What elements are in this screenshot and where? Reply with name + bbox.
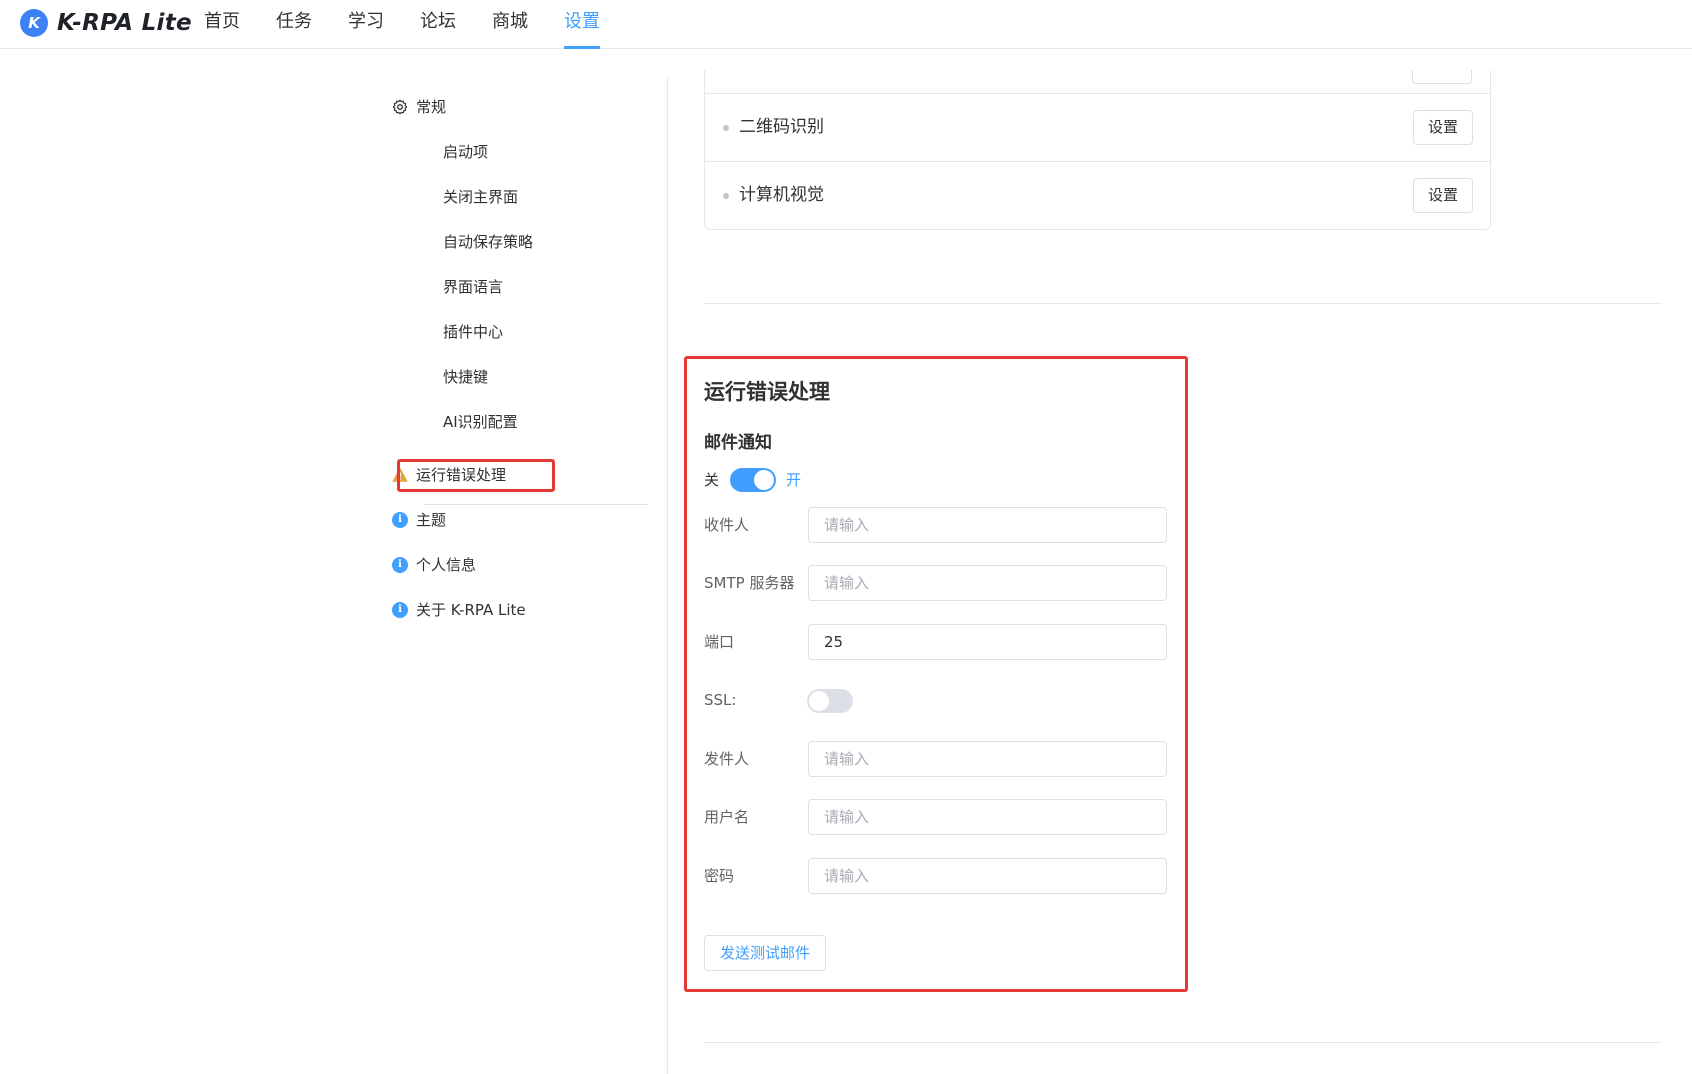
sidebar-item-plugins[interactable]: 插件中心: [443, 319, 503, 345]
switch-knob: [754, 470, 774, 490]
sender-input[interactable]: [808, 741, 1167, 777]
main-nav: 首页 任务 学习 论坛 商城 设置: [204, 0, 636, 49]
sidebar-item-label: 个人信息: [416, 556, 477, 574]
recipient-label: 收件人: [704, 516, 750, 534]
nav-store[interactable]: 商城: [492, 0, 528, 49]
sidebar-item-close-main[interactable]: 关闭主界面: [443, 184, 518, 210]
username-input[interactable]: [808, 799, 1167, 835]
sidebar-item-label: 主题: [416, 511, 447, 529]
sidebar-divider: [424, 504, 648, 505]
bullet-dot: [723, 193, 729, 199]
sidebar-item-autosave[interactable]: 自动保存策略: [443, 229, 533, 255]
nav-learn[interactable]: 学习: [348, 0, 384, 49]
sidebar-item-profile[interactable]: i 个人信息: [392, 552, 477, 578]
sidebar-item-language[interactable]: 界面语言: [443, 274, 503, 300]
email-notify-title: 邮件通知: [704, 433, 772, 453]
highlight-box-sidebar: [397, 459, 555, 492]
section-title: 运行错误处理: [704, 380, 830, 404]
section-divider: [704, 303, 1662, 304]
cv-settings-button[interactable]: 设置: [1413, 178, 1473, 213]
password-label: 密码: [704, 867, 735, 885]
logo-mark-icon: K: [20, 9, 48, 37]
sidebar-item-about[interactable]: i 关于 K-RPA Lite: [392, 597, 526, 623]
port-label: 端口: [704, 633, 735, 651]
info-icon: i: [392, 602, 408, 618]
row-label: 计算机视觉: [739, 185, 824, 205]
switch-knob: [809, 691, 829, 711]
recipient-input[interactable]: [808, 507, 1167, 543]
sidebar-item-shortcuts[interactable]: 快捷键: [443, 364, 488, 390]
info-icon: i: [392, 557, 408, 573]
ai-config-card: 二维码识别 设置 计算机视觉 设置: [704, 70, 1491, 230]
sidebar-item-general[interactable]: 常规: [392, 94, 447, 120]
sidebar-item-ai-config[interactable]: AI识别配置: [443, 409, 518, 435]
section-divider-bottom: [704, 1042, 1662, 1043]
sidebar-separator: [667, 77, 668, 1074]
sidebar-item-theme[interactable]: i 主题: [392, 507, 447, 533]
smtp-label: SMTP 服务器: [704, 574, 795, 592]
sender-label: 发件人: [704, 750, 750, 768]
switch-off-label: 关: [704, 471, 720, 489]
top-navbar: K K-RPA Lite 首页 任务 学习 论坛 商城 设置: [0, 0, 1692, 49]
send-test-email-button[interactable]: 发送测试邮件: [704, 935, 826, 971]
app-name: K-RPA Lite: [57, 10, 192, 36]
sidebar-item-label: 常规: [416, 98, 447, 116]
nav-settings[interactable]: 设置: [564, 0, 600, 49]
nav-tasks[interactable]: 任务: [276, 0, 312, 49]
username-label: 用户名: [704, 808, 750, 826]
card-row-computer-vision: 计算机视觉 设置: [705, 161, 1490, 229]
bullet-dot: [723, 125, 729, 131]
settings-sidebar: 常规 启动项 关闭主界面 自动保存策略 界面语言 插件中心 快捷键 AI识别配置…: [0, 50, 668, 1074]
smtp-input[interactable]: [808, 565, 1167, 601]
gear-icon: [392, 99, 408, 115]
app-logo[interactable]: K K-RPA Lite: [20, 8, 192, 38]
email-notify-switch[interactable]: [730, 468, 776, 492]
qrcode-settings-button[interactable]: 设置: [1413, 110, 1473, 145]
sidebar-item-startup[interactable]: 启动项: [443, 139, 488, 165]
nav-home[interactable]: 首页: [204, 0, 240, 49]
sidebar-item-label: 关于 K-RPA Lite: [416, 601, 526, 619]
ssl-label: SSL:: [704, 691, 737, 709]
port-input[interactable]: [808, 624, 1167, 660]
card-row-qrcode: 二维码识别 设置: [705, 93, 1490, 161]
password-input[interactable]: [808, 858, 1167, 894]
ssl-switch[interactable]: [807, 689, 853, 713]
nav-forum[interactable]: 论坛: [420, 0, 456, 49]
switch-on-label: 开: [786, 471, 802, 489]
info-icon: i: [392, 512, 408, 528]
row-label: 二维码识别: [739, 117, 824, 137]
